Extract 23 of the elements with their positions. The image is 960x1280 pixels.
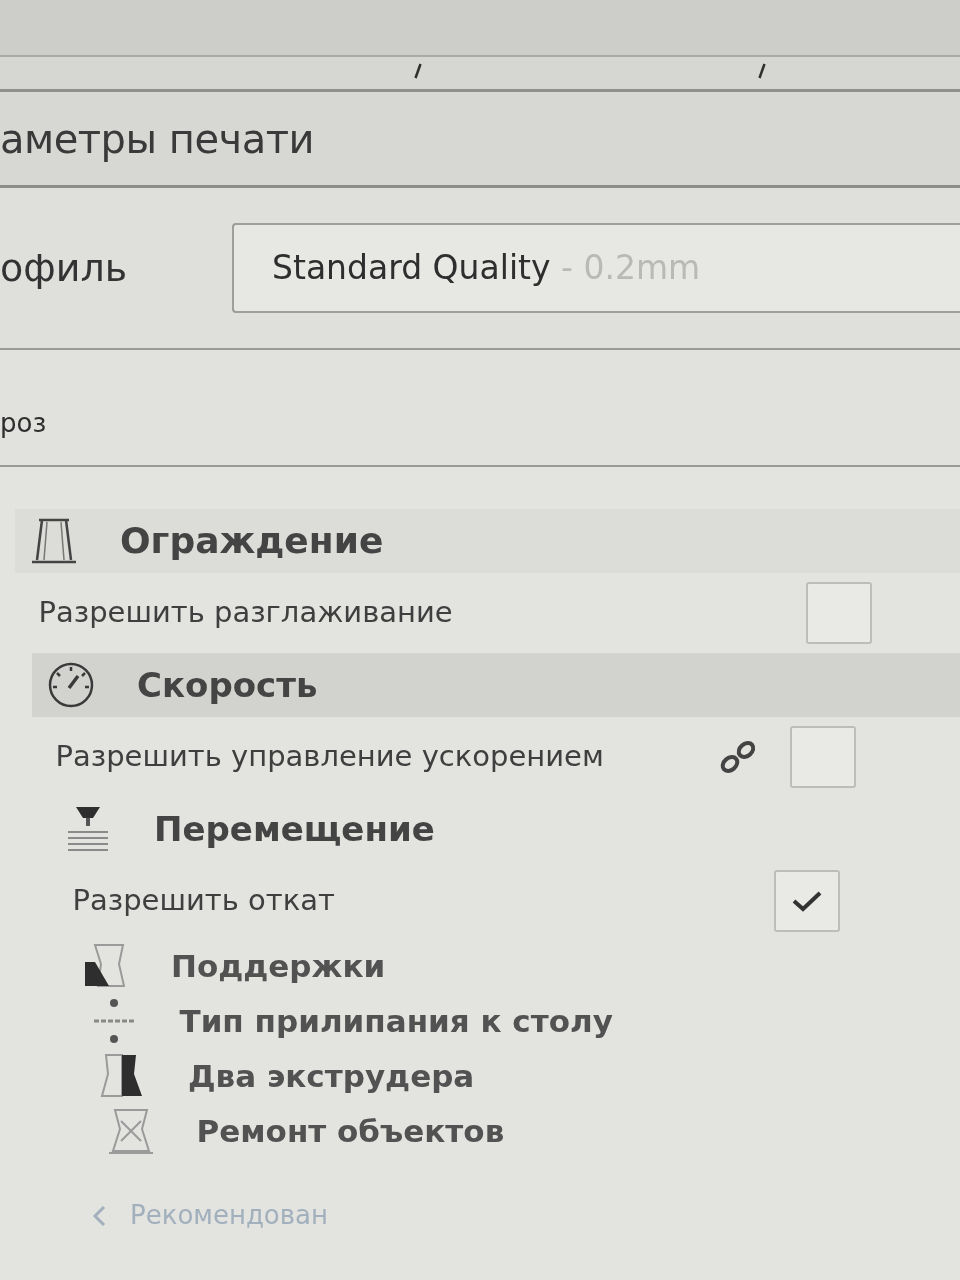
setting-label: Разрешить откат [72,882,335,920]
category-header[interactable]: Тип прилипания к столу [74,995,960,1047]
checkbox[interactable] [790,726,856,788]
setting-label: Разрешить управление ускорением [55,738,604,776]
gauge-icon [47,661,95,709]
chevron-left-icon [92,1204,106,1227]
slash-icon [758,63,766,79]
slash-icon [414,63,422,79]
profile-label: офиль [0,244,129,292]
category-header[interactable]: Перемещение [49,797,960,861]
category-header[interactable]: Ограждение [15,509,960,573]
search-field[interactable]: роз [0,350,960,465]
crossed-tower-icon [106,1107,155,1155]
category-header[interactable]: Два экструдера [83,1050,960,1102]
check-icon [792,890,822,912]
checkbox[interactable] [806,582,872,644]
category-header[interactable]: Поддержки [66,940,960,992]
category-header[interactable]: Скорость [32,653,960,717]
tower-icon [30,517,78,565]
checkbox[interactable] [774,870,840,932]
category-header[interactable]: Ремонт объектов [91,1105,960,1157]
setting-label: Разрешить разглаживание [38,594,453,632]
panel-title: аметры печати [0,114,314,163]
